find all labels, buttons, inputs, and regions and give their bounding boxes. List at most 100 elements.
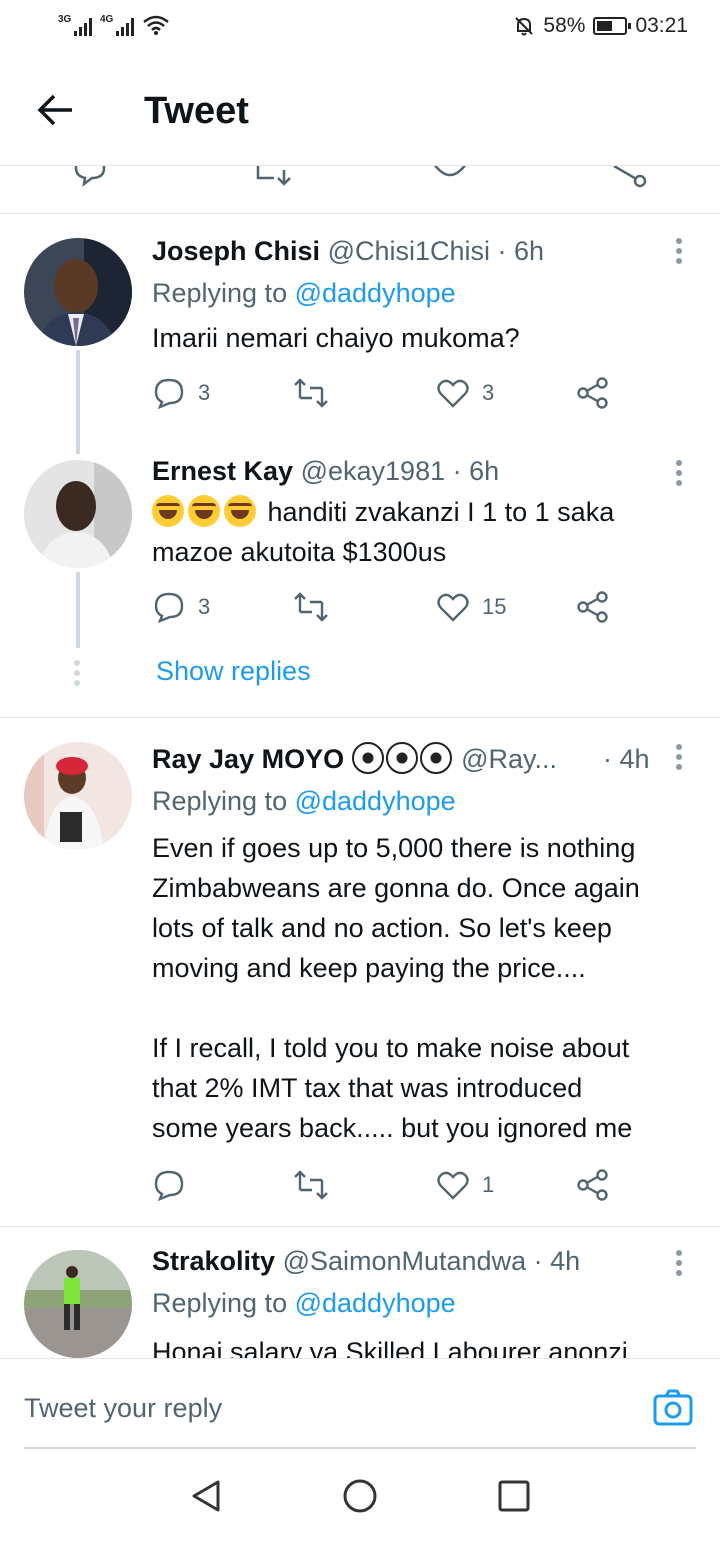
display-name[interactable]: Ernest Kay [152, 456, 293, 486]
replying-to-link[interactable]: @daddyhope [295, 278, 456, 308]
nav-home-icon[interactable] [342, 1478, 378, 1514]
soccer-ball-icon [351, 742, 384, 774]
reply-button[interactable] [152, 1168, 186, 1202]
more-options-icon[interactable] [674, 744, 684, 774]
like-count: 1 [482, 1172, 495, 1197]
tweet-text: handiti zvakanzi I 1 to 1 saka mazoe aku… [152, 495, 615, 567]
retweet-icon[interactable] [254, 166, 294, 188]
tweet-author-row: Ray Jay MOYO @Ray... [152, 742, 557, 775]
avatar[interactable] [24, 742, 132, 850]
reply-composer: Tweet your reply [0, 1358, 720, 1449]
system-nav-bar [0, 1450, 720, 1541]
battery-icon [593, 17, 632, 35]
replying-to-link[interactable]: @daddyhope [295, 1288, 456, 1318]
handle[interactable]: @Chisi1Chisi [328, 236, 490, 266]
more-options-icon[interactable] [674, 460, 684, 490]
soccer-ball-icon [385, 742, 418, 774]
status-bar: 3G 4G 58% 03:21 [0, 0, 720, 56]
retweet-button[interactable] [294, 376, 328, 410]
timestamp: · 6h [452, 456, 500, 486]
wifi-icon [143, 15, 169, 35]
handle[interactable]: @Ray... [461, 744, 557, 774]
nav-recents-icon[interactable] [496, 1478, 532, 1514]
reply-button[interactable]: 3 [152, 376, 210, 410]
tweet-author-row: Joseph Chisi @Chisi1Chisi · 6h [152, 236, 544, 267]
more-options-icon[interactable] [674, 1250, 684, 1280]
share-button[interactable] [576, 1168, 610, 1202]
battery-percent: 58% [543, 14, 586, 37]
replying-to: Replying to @daddyhope [152, 278, 456, 308]
retweet-icon [294, 592, 328, 622]
reply-tweet[interactable]: Joseph Chisi @Chisi1Chisi · 6h Replying … [0, 216, 720, 454]
input-underline [24, 1447, 696, 1449]
nav-back-icon[interactable] [188, 1478, 224, 1514]
share-button[interactable] [576, 376, 610, 410]
soccer-ball-icon [419, 742, 452, 774]
show-replies-link[interactable]: Show replies [156, 656, 311, 687]
reply-icon [154, 1170, 184, 1202]
tweet-author-row: Strakolity @SaimonMutandwa · 4h [152, 1246, 580, 1277]
avatar[interactable] [24, 238, 132, 346]
tweet-text: Imarii nemari chaiyo mukoma? [152, 323, 520, 353]
thread-line [76, 350, 80, 454]
reply-icon [154, 592, 184, 624]
heart-icon [437, 1171, 469, 1200]
share-icon [577, 1169, 608, 1201]
retweet-button[interactable] [294, 590, 328, 624]
camera-icon[interactable] [652, 1387, 694, 1429]
reply-tweet[interactable]: Ernest Kay @ekay1981 · 6h handiti zvakan… [0, 440, 720, 715]
heart-icon [437, 593, 469, 622]
more-options-icon[interactable] [674, 238, 684, 268]
display-name[interactable]: Strakolity [152, 1246, 275, 1276]
heart-icon [437, 379, 469, 408]
top-app-bar: Tweet [0, 56, 720, 166]
reply-tweet[interactable]: Strakolity @SaimonMutandwa · 4h Replying… [0, 1228, 720, 1358]
retweet-icon [294, 378, 328, 408]
like-button[interactable]: 1 [436, 1168, 494, 1202]
reply-count: 3 [198, 380, 211, 405]
handle[interactable]: @SaimonMutandwa [283, 1246, 527, 1276]
avatar[interactable] [24, 1250, 132, 1358]
timestamp: · 6h [497, 236, 545, 266]
rofl-emoji-icon [152, 495, 184, 527]
reply-tweet[interactable]: Ray Jay MOYO @Ray... · 4h Replying to @d… [0, 720, 720, 1225]
retweet-icon [294, 1170, 328, 1200]
share-button[interactable] [576, 590, 610, 624]
like-count: 15 [482, 594, 507, 619]
timestamp: · 4h [533, 1246, 581, 1276]
main-tweet-actions [0, 166, 720, 214]
avatar[interactable] [24, 460, 132, 568]
reply-button[interactable]: 3 [152, 590, 210, 624]
rofl-emoji-icon [188, 495, 220, 527]
thread-dots [74, 660, 82, 690]
handle[interactable]: @ekay1981 [301, 456, 446, 486]
like-button[interactable]: 3 [436, 376, 494, 410]
like-button[interactable]: 15 [436, 590, 506, 624]
reply-icon[interactable] [72, 166, 108, 188]
bell-muted-icon [515, 17, 534, 36]
tweet-text: Honai salary ya Skilled Labourer anonzi [152, 1337, 628, 1358]
reply-icon [154, 378, 184, 410]
reply-count: 3 [198, 594, 211, 619]
tweet-actions: 1 [152, 1168, 632, 1208]
thread-line [76, 572, 80, 648]
tweet-actions: 3 3 [152, 376, 632, 416]
display-name[interactable]: Ray Jay MOYO [152, 744, 344, 774]
like-icon[interactable] [430, 166, 470, 188]
signal-3g-icon: 3G [58, 14, 92, 36]
tweet-text: Even if goes up to 5,000 there is nothin… [152, 833, 640, 1143]
divider [0, 1226, 720, 1227]
share-icon[interactable] [608, 166, 652, 188]
tweet-author-row: Ernest Kay @ekay1981 · 6h [152, 456, 499, 487]
retweet-button[interactable] [294, 1168, 328, 1202]
replying-to-link[interactable]: @daddyhope [295, 786, 456, 816]
back-arrow-icon[interactable] [36, 92, 76, 128]
reply-input[interactable]: Tweet your reply [24, 1393, 222, 1424]
display-name[interactable]: Joseph Chisi [152, 236, 320, 266]
clock: 03:21 [635, 14, 688, 37]
page-title: Tweet [144, 90, 249, 132]
rofl-emoji-icon [224, 495, 256, 527]
like-count: 3 [482, 380, 495, 405]
divider [0, 717, 720, 718]
replying-to: Replying to @daddyhope [152, 1288, 456, 1318]
